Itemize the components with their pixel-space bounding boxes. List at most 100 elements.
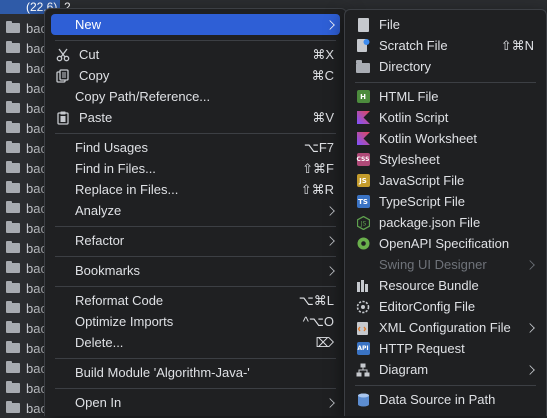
folder-icon [6, 21, 20, 33]
menu-item-label: Directory [379, 59, 432, 74]
folder-icon [6, 201, 20, 213]
folder-icon [6, 101, 20, 113]
menu-item-replace-in-files[interactable]: Replace in Files... ⇧⌘R [51, 179, 340, 200]
new-item-typescript-file[interactable]: TS TypeScript File [351, 191, 540, 212]
menu-item-paste[interactable]: Paste ⌘V [51, 107, 340, 128]
menu-item-label: Swing UI Designer [379, 257, 487, 272]
folder-icon [6, 41, 20, 53]
menu-item-label: package.json File [379, 215, 481, 230]
menu-item-label: Build Module 'Algorithm-Java-' [75, 365, 250, 380]
menu-item-label: HTTP Request [379, 341, 465, 356]
menu-item-label: Cut [79, 47, 100, 62]
menu-separator [355, 385, 536, 386]
new-item-scratch-file[interactable]: Scratch File ⇧⌘N [351, 35, 540, 56]
menu-item-label: Optimize Imports [75, 314, 174, 329]
chevron-right-icon [325, 19, 335, 30]
folder-icon [6, 321, 20, 333]
menu-item-label: Find Usages [75, 140, 148, 155]
scissors-icon [55, 47, 71, 63]
new-item-kotlin-script[interactable]: Kotlin Script [351, 107, 540, 128]
menu-item-label: JavaScript File [379, 173, 465, 188]
kotlin-worksheet-icon [355, 131, 371, 147]
menu-separator [55, 40, 336, 41]
menu-item-label: Kotlin Worksheet [379, 131, 478, 146]
new-item-editorconfig-file[interactable]: EditorConfig File [351, 296, 540, 317]
menu-item-label: Stylesheet [379, 152, 440, 167]
chevron-right-icon [325, 205, 335, 216]
menu-item-label: Data Source in Path [379, 392, 496, 407]
new-item-openapi-spec[interactable]: OpenAPI Specification [351, 233, 540, 254]
new-submenu: File Scratch File ⇧⌘N Directory H HTML F… [344, 9, 547, 416]
menu-item-copy-path[interactable]: Copy Path/Reference... [51, 86, 340, 107]
menu-separator [55, 388, 336, 389]
new-item-file[interactable]: File [351, 14, 540, 35]
menu-item-reformat-code[interactable]: Reformat Code ⌥⌘L [51, 290, 340, 311]
menu-item-label: Find in Files... [75, 161, 156, 176]
folder-icon [6, 261, 20, 273]
menu-item-label: Diagram [379, 362, 429, 377]
new-item-html-file[interactable]: H HTML File [351, 86, 540, 107]
typescript-file-icon: TS [355, 194, 371, 210]
new-item-data-source-in-path[interactable]: Data Source in Path [351, 389, 540, 410]
menu-item-delete[interactable]: Delete... ⌦ [51, 332, 340, 353]
menu-item-label: Replace in Files... [75, 182, 179, 197]
new-item-directory[interactable]: Directory [351, 56, 540, 77]
menu-item-label: New [75, 17, 102, 32]
menu-item-copy[interactable]: Copy ⌘C [51, 65, 340, 86]
new-item-stylesheet[interactable]: CSS Stylesheet [351, 149, 540, 170]
shortcut-label: ⇧⌘N [500, 37, 534, 53]
menu-item-open-in[interactable]: Open In [51, 392, 340, 413]
chevron-right-icon [525, 259, 535, 270]
menu-item-label: Copy [79, 68, 110, 83]
chevron-right-icon [325, 397, 335, 408]
new-item-swing-ui-designer[interactable]: Swing UI Designer [351, 254, 540, 275]
xml-config-icon [355, 320, 371, 336]
menu-item-build-module[interactable]: Build Module 'Algorithm-Java-' [51, 362, 340, 383]
diagram-icon [355, 362, 371, 378]
folder-icon [6, 161, 20, 173]
menu-item-refactor[interactable]: Refactor [51, 230, 340, 251]
menu-item-analyze[interactable]: Analyze [51, 200, 340, 221]
shortcut-label: ⇧⌘F [302, 160, 334, 176]
folder-icon [6, 281, 20, 293]
new-item-xml-configuration-file[interactable]: XML Configuration File [351, 317, 540, 338]
database-icon [355, 392, 371, 408]
scratch-file-icon [355, 38, 371, 54]
html-file-icon: H [355, 89, 371, 105]
new-item-http-request[interactable]: API HTTP Request [351, 338, 540, 359]
new-item-package-json[interactable]: JS package.json File [351, 212, 540, 233]
new-item-diagram[interactable]: Diagram [351, 359, 540, 380]
folder-icon [6, 81, 20, 93]
menu-item-new[interactable]: New [51, 14, 340, 35]
chevron-right-icon [325, 265, 335, 276]
menu-separator [55, 358, 336, 359]
folder-icon [6, 361, 20, 373]
shortcut-label: ⌦ [315, 334, 334, 350]
menu-item-label: Reformat Code [75, 293, 164, 308]
folder-icon [6, 241, 20, 253]
menu-item-find-usages[interactable]: Find Usages ⌥F7 [51, 137, 340, 158]
menu-item-find-in-files[interactable]: Find in Files... ⇧⌘F [51, 158, 340, 179]
javascript-file-icon: JS [355, 173, 371, 189]
menu-item-optimize-imports[interactable]: Optimize Imports ^⌥O [51, 311, 340, 332]
http-request-icon: API [355, 341, 371, 357]
menu-item-label: Open In [75, 395, 122, 410]
shortcut-label: ⌘C [311, 67, 334, 83]
menu-item-bookmarks[interactable]: Bookmarks [51, 260, 340, 281]
file-icon [355, 17, 371, 33]
nodejs-icon: JS [355, 215, 371, 231]
clipboard-icon [55, 110, 71, 126]
editorconfig-icon [355, 299, 371, 315]
shortcut-label: ⌥⌘L [298, 292, 334, 308]
menu-item-label: HTML File [379, 89, 439, 104]
resource-bundle-icon [355, 278, 371, 294]
new-item-javascript-file[interactable]: JS JavaScript File [351, 170, 540, 191]
folder-icon [355, 59, 371, 75]
folder-icon [6, 121, 20, 133]
shortcut-label: ⇧⌘R [300, 181, 334, 197]
new-item-resource-bundle[interactable]: Resource Bundle [351, 275, 540, 296]
context-menu: New Cut ⌘X Copy ⌘C Copy Path/Reference..… [44, 8, 347, 416]
new-item-kotlin-worksheet[interactable]: Kotlin Worksheet [351, 128, 540, 149]
menu-item-cut[interactable]: Cut ⌘X [51, 44, 340, 65]
kotlin-script-icon [355, 110, 371, 126]
